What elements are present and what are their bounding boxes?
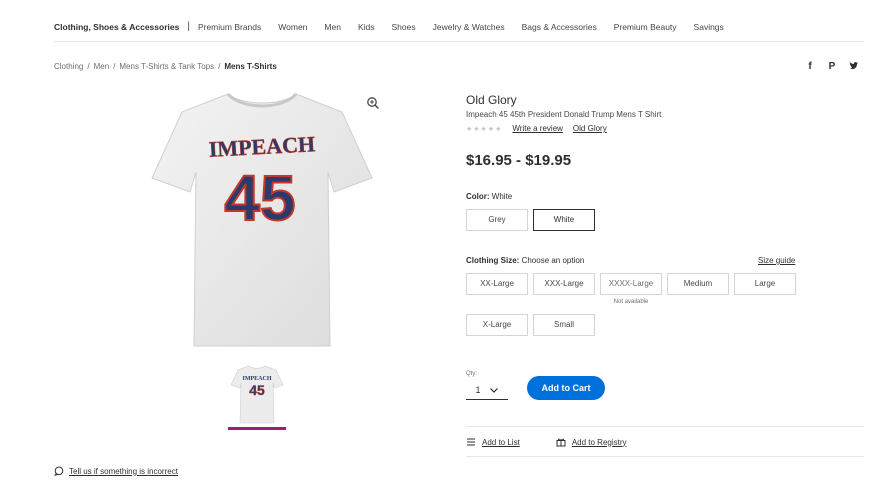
breadcrumb-mens-tshirts-tanks[interactable]: Mens T-Shirts & Tank Tops bbox=[119, 62, 214, 71]
qty-label: Qty: bbox=[466, 371, 478, 377]
size-option-medium[interactable]: Medium bbox=[667, 273, 729, 295]
product-image[interactable]: IMPEACH 45 bbox=[146, 88, 378, 350]
color-label: Color: White bbox=[466, 192, 512, 201]
secondary-actions: Add to List Add to Registry bbox=[466, 437, 627, 447]
price-range: $16.95 - $19.95 bbox=[466, 152, 572, 169]
size-label-value: Choose an option bbox=[521, 256, 585, 265]
color-label-value: White bbox=[491, 192, 513, 201]
chevron-down-icon bbox=[489, 387, 498, 393]
nav-women[interactable]: Women bbox=[278, 16, 307, 38]
size-guide-link[interactable]: Size guide bbox=[758, 256, 795, 265]
shirt-print-number: 45 bbox=[224, 162, 295, 234]
report-issue-link[interactable]: Tell us if something is incorrect bbox=[69, 467, 178, 476]
color-label-key: Color: bbox=[466, 192, 490, 201]
add-to-list-label[interactable]: Add to List bbox=[482, 438, 520, 447]
rating-row: ★★★★★ Write a review Old Glory bbox=[466, 124, 607, 133]
size-option-x-large[interactable]: X-Large bbox=[466, 314, 528, 336]
breadcrumb-separator: / bbox=[113, 62, 116, 71]
nav-premium-beauty[interactable]: Premium Beauty bbox=[614, 16, 677, 38]
brand-link[interactable]: Old Glory bbox=[573, 124, 607, 133]
divider bbox=[466, 426, 864, 427]
nav-bags-accessories[interactable]: Bags & Accessories bbox=[522, 16, 597, 38]
quantity-value: 1 bbox=[475, 384, 481, 395]
divider bbox=[466, 456, 864, 457]
size-option-xx-large[interactable]: XX-Large bbox=[466, 273, 528, 295]
color-option-white[interactable]: White bbox=[533, 209, 595, 231]
brand-name[interactable]: Old Glory bbox=[466, 93, 517, 107]
add-to-cart-button[interactable]: Add to Cart bbox=[527, 376, 605, 400]
product-thumbnail[interactable]: IMPEACH 45 bbox=[230, 364, 284, 424]
pinterest-icon[interactable]: P bbox=[826, 61, 838, 74]
nav-savings[interactable]: Savings bbox=[694, 16, 724, 38]
breadcrumb-mens-tshirts[interactable]: Mens T-Shirts bbox=[224, 62, 276, 71]
thumbnail-print-number: 45 bbox=[249, 382, 265, 398]
nav-shoes[interactable]: Shoes bbox=[392, 16, 416, 38]
size-option-xxx-large[interactable]: XXX-Large bbox=[533, 273, 595, 295]
size-option-small[interactable]: Small bbox=[533, 314, 595, 336]
not-available-note: Not available bbox=[613, 299, 649, 305]
top-nav: Clothing, Shoes & Accessories | Premium … bbox=[54, 16, 864, 42]
write-review-link[interactable]: Write a review bbox=[512, 124, 563, 133]
size-option-xxxx-large[interactable]: XXXX-Large bbox=[600, 273, 662, 295]
nav-clothing-shoes-accessories[interactable]: Clothing, Shoes & Accessories bbox=[54, 16, 179, 38]
twitter-icon[interactable] bbox=[848, 61, 860, 74]
rating-stars: ★★★★★ bbox=[466, 125, 503, 133]
size-label-key: Clothing Size: bbox=[466, 256, 520, 265]
product-title: Impeach 45 45th President Donald Trump M… bbox=[466, 110, 662, 119]
list-icon bbox=[467, 438, 475, 446]
nav-premium-brands[interactable]: Premium Brands bbox=[198, 16, 261, 38]
chat-bubble-icon bbox=[54, 466, 64, 476]
nav-kids[interactable]: Kids bbox=[358, 16, 375, 38]
breadcrumb: Clothing / Men / Mens T-Shirts & Tank To… bbox=[54, 62, 281, 71]
nav-jewelry-watches[interactable]: Jewelry & Watches bbox=[433, 16, 505, 38]
report-issue[interactable]: Tell us if something is incorrect bbox=[54, 466, 178, 476]
breadcrumb-separator: / bbox=[218, 62, 221, 71]
gift-icon bbox=[556, 438, 566, 447]
breadcrumb-men[interactable]: Men bbox=[94, 62, 110, 71]
add-to-registry-button[interactable]: Add to Registry bbox=[556, 437, 627, 447]
thumbnail-selected-indicator bbox=[228, 427, 286, 430]
share-icons: f P bbox=[804, 61, 860, 74]
size-label: Clothing Size: Choose an option bbox=[466, 256, 584, 265]
facebook-icon[interactable]: f bbox=[804, 61, 816, 74]
size-option-large[interactable]: Large bbox=[734, 273, 796, 295]
color-option-grey[interactable]: Grey bbox=[466, 209, 528, 231]
quantity-select[interactable]: 1 bbox=[466, 380, 508, 400]
add-to-list-button[interactable]: Add to List bbox=[466, 437, 520, 447]
nav-separator: | bbox=[187, 21, 190, 32]
nav-men[interactable]: Men bbox=[324, 16, 341, 38]
breadcrumb-separator: / bbox=[87, 62, 90, 71]
breadcrumb-clothing[interactable]: Clothing bbox=[54, 62, 83, 71]
add-to-registry-label[interactable]: Add to Registry bbox=[572, 438, 627, 447]
